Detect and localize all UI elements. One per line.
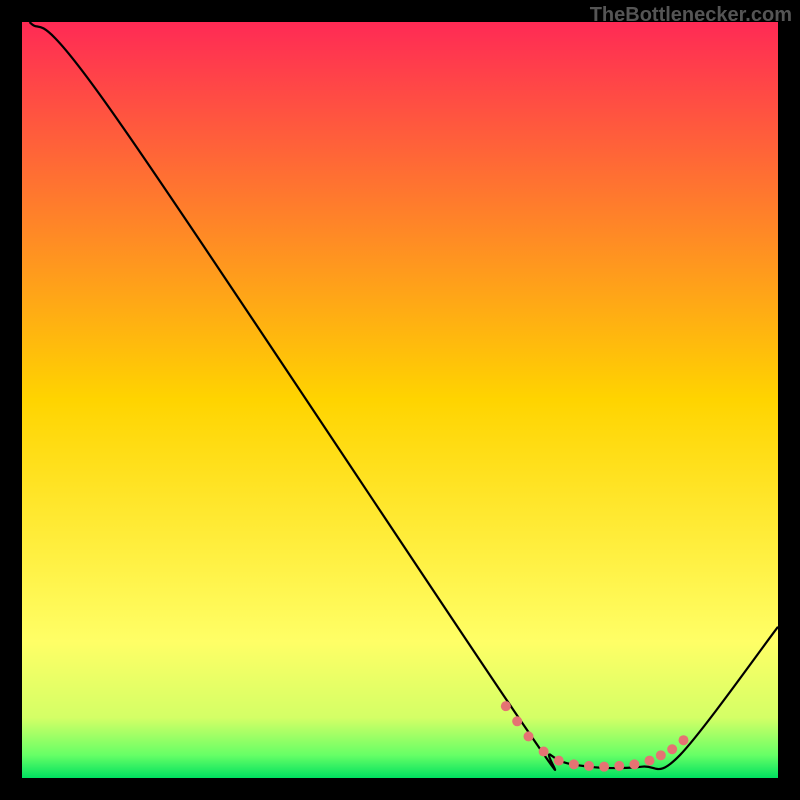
valley-dot <box>501 701 511 711</box>
valley-dot <box>667 744 677 754</box>
valley-dot <box>629 759 639 769</box>
watermark-text: TheBottlenecker.com <box>590 4 792 27</box>
valley-dot <box>512 716 522 726</box>
valley-dot <box>599 762 609 772</box>
valley-dot <box>569 759 579 769</box>
chart-background <box>22 22 778 778</box>
chart-svg <box>22 22 778 778</box>
valley-dot <box>614 761 624 771</box>
chart-area <box>22 22 778 778</box>
valley-dot <box>656 750 666 760</box>
valley-dot <box>554 756 564 766</box>
valley-dot <box>584 761 594 771</box>
valley-dot <box>644 756 654 766</box>
valley-dot <box>679 735 689 745</box>
valley-dot <box>524 731 534 741</box>
valley-dot <box>539 747 549 757</box>
